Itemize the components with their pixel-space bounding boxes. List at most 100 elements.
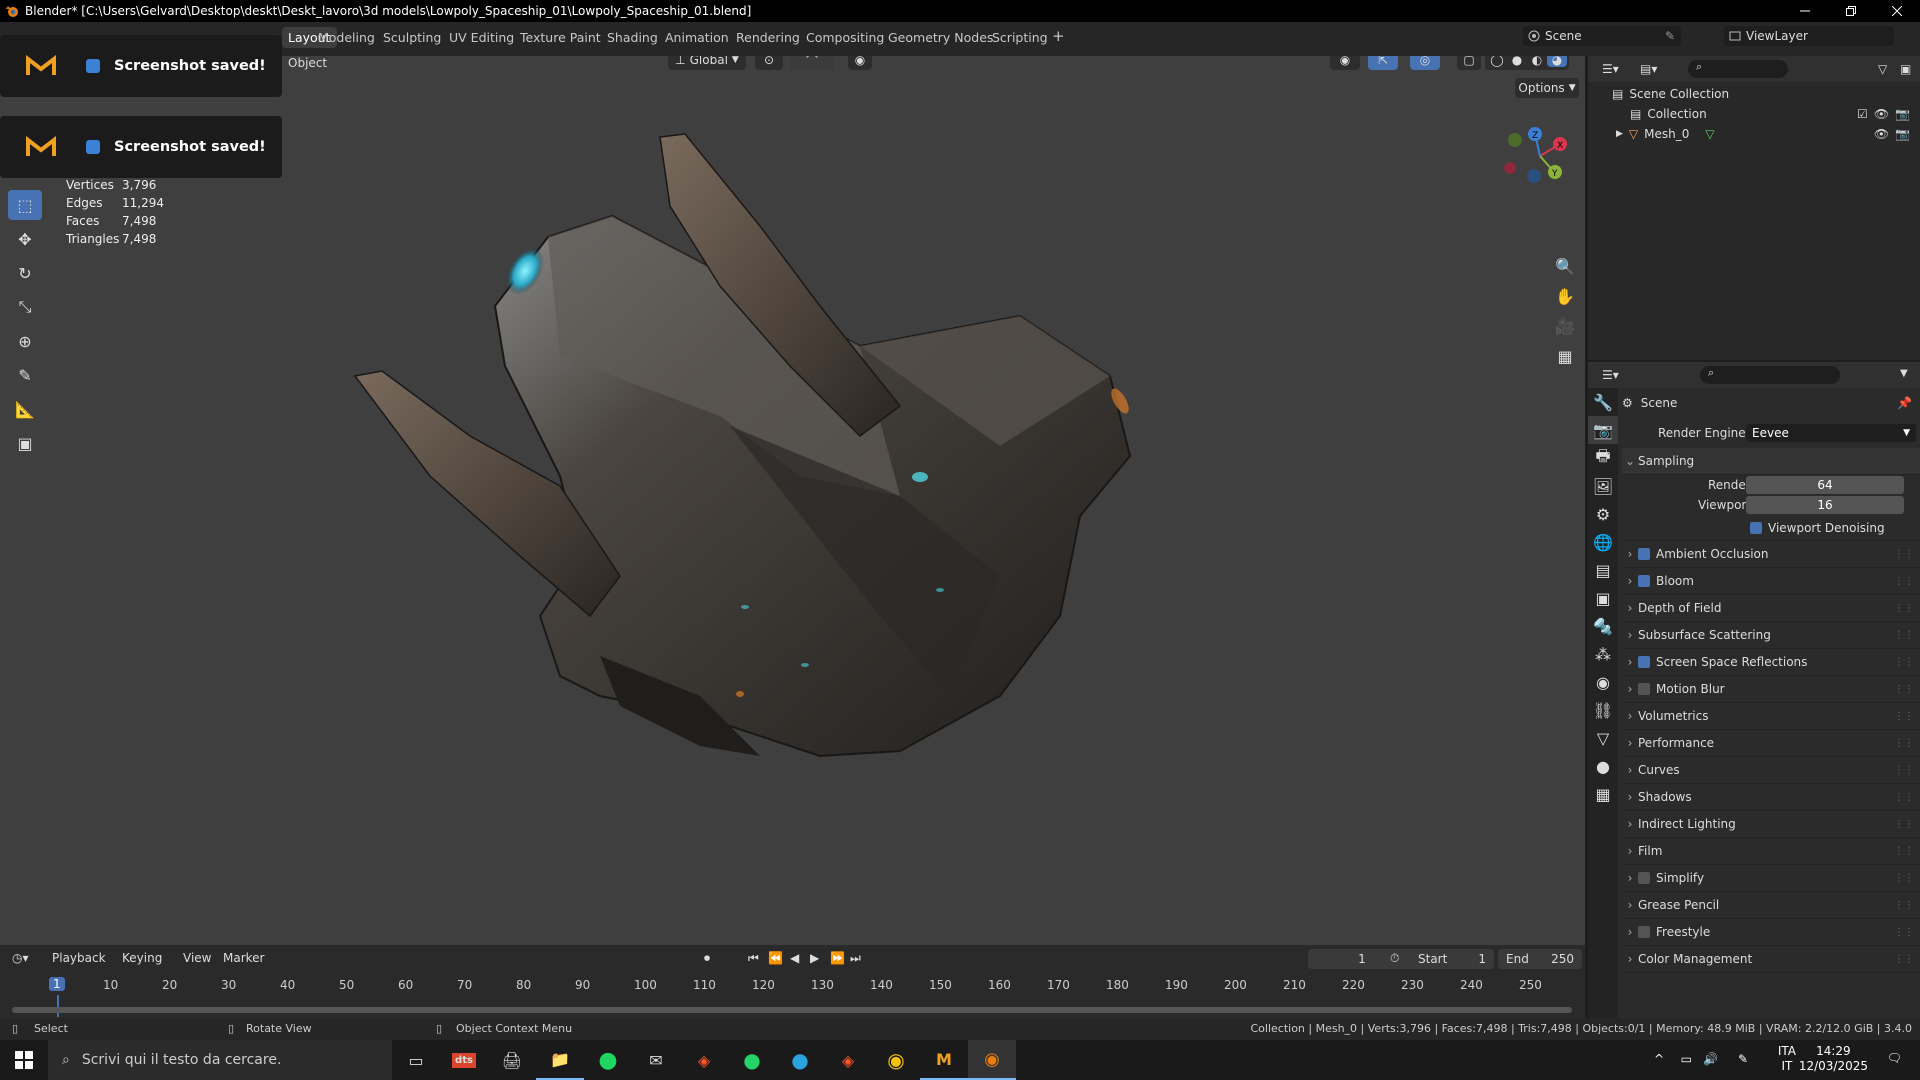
- material-tab-icon[interactable]: ●: [1588, 752, 1618, 780]
- drag-handle-icon[interactable]: ⋮⋮: [1894, 819, 1914, 830]
- pin-icon[interactable]: ✎: [1665, 29, 1675, 43]
- add-workspace-icon[interactable]: +: [1052, 27, 1065, 45]
- tool-tab-icon[interactable]: 🔧: [1588, 388, 1618, 416]
- current-frame-field[interactable]: 1: [1308, 949, 1416, 969]
- eye-icon[interactable]: 👁: [1874, 127, 1889, 141]
- tray-up-arrow-icon[interactable]: ^: [1654, 1052, 1664, 1066]
- drag-handle-icon[interactable]: ⋮⋮: [1894, 684, 1914, 695]
- rotate-tool[interactable]: ↻: [8, 258, 42, 288]
- drag-handle-icon[interactable]: ⋮⋮: [1894, 954, 1914, 965]
- clock[interactable]: 14:29 12/03/2025: [1799, 1044, 1868, 1074]
- restore-button[interactable]: [1828, 0, 1874, 22]
- tab-texture-paint[interactable]: Texture Paint: [520, 30, 601, 45]
- file-explorer-icon[interactable]: 📁: [536, 1040, 584, 1080]
- drag-handle-icon[interactable]: ⋮⋮: [1894, 657, 1914, 668]
- panel-enable-checkbox[interactable]: [1638, 548, 1650, 560]
- close-button[interactable]: [1874, 0, 1920, 22]
- funnel-icon[interactable]: ▽: [1878, 62, 1887, 76]
- pin-icon[interactable]: 📌: [1897, 396, 1912, 410]
- scene-selector[interactable]: Scene ✎: [1523, 26, 1681, 46]
- denoise-checkbox[interactable]: [1750, 521, 1762, 534]
- tab-animation[interactable]: Animation: [665, 30, 729, 45]
- drag-handle-icon[interactable]: ⋮⋮: [1894, 846, 1914, 857]
- notification-toast[interactable]: Screenshot saved!: [0, 35, 282, 97]
- view-menu[interactable]: View: [183, 951, 211, 965]
- viewport-samples-field[interactable]: 16: [1746, 496, 1904, 514]
- add-cube-tool[interactable]: ▣: [8, 428, 42, 458]
- language-indicator[interactable]: ITA IT: [1778, 1044, 1796, 1074]
- render-panel-indirect-lighting[interactable]: › Indirect Lighting ⋮⋮: [1622, 811, 1920, 838]
- brave-alt-icon[interactable]: ◈: [824, 1040, 872, 1080]
- marker-menu[interactable]: Marker: [223, 951, 264, 965]
- playhead[interactable]: [57, 995, 59, 1017]
- notification-toast[interactable]: Screenshot saved!: [0, 116, 282, 178]
- tab-sculpting[interactable]: Sculpting: [383, 30, 441, 45]
- play-reverse-icon[interactable]: ◀: [790, 951, 799, 965]
- panel-enable-checkbox[interactable]: [1638, 872, 1650, 884]
- end-frame-field[interactable]: End 250: [1498, 949, 1582, 969]
- outliner-object-mesh[interactable]: ▶ ▽ Mesh_0 ▽ 👁 📷: [1616, 124, 1920, 144]
- brave-browser-icon[interactable]: ◈: [680, 1040, 728, 1080]
- drag-handle-icon[interactable]: ⋮⋮: [1894, 711, 1914, 722]
- sampling-panel-header[interactable]: ⌄ Sampling: [1622, 448, 1920, 475]
- viewport-denoising-row[interactable]: Viewport Denoising: [1622, 515, 1920, 541]
- camera-icon[interactable]: 🎥: [1553, 311, 1577, 341]
- panel-enable-checkbox[interactable]: [1638, 683, 1650, 695]
- outliner-search-input[interactable]: ⌕: [1688, 60, 1788, 78]
- render-panel-depth-of-field[interactable]: › Depth of Field ⋮⋮: [1622, 595, 1920, 622]
- camera-render-icon[interactable]: 📷: [1895, 107, 1910, 121]
- pan-hand-icon[interactable]: ✋: [1553, 281, 1577, 311]
- render-panel-color-management[interactable]: › Color Management ⋮⋮: [1622, 946, 1920, 973]
- notifications-icon[interactable]: 🗨: [1887, 1051, 1902, 1065]
- world-tab-icon[interactable]: 🌐: [1588, 528, 1618, 556]
- drag-handle-icon[interactable]: ⋮⋮: [1894, 603, 1914, 614]
- outliner-scene-collection[interactable]: ▤ Scene Collection: [1612, 84, 1920, 104]
- chrome-icon[interactable]: ◉: [872, 1040, 920, 1080]
- tab-rendering[interactable]: Rendering: [736, 30, 800, 45]
- modifier-tab-icon[interactable]: 🔩: [1588, 612, 1618, 640]
- render-panel-volumetrics[interactable]: › Volumetrics ⋮⋮: [1622, 703, 1920, 730]
- scale-tool[interactable]: ⤡: [8, 292, 42, 322]
- timeline-scrollbar[interactable]: [12, 1007, 1572, 1013]
- tab-shading[interactable]: Shading: [607, 30, 658, 45]
- taskbar-search-input[interactable]: ⌕ Scrivi qui il testo da cercare.: [48, 1040, 392, 1080]
- jump-end-icon[interactable]: ⏭: [850, 951, 861, 966]
- object-tab-icon[interactable]: ▣: [1588, 584, 1618, 612]
- drag-handle-icon[interactable]: ⋮⋮: [1894, 765, 1914, 776]
- task-view-icon[interactable]: ▭: [392, 1040, 440, 1080]
- pen-icon[interactable]: ✎: [1738, 1052, 1748, 1066]
- render-panel-screen-space-reflections[interactable]: › Screen Space Reflections ⋮⋮: [1622, 649, 1920, 676]
- render-panel-motion-blur[interactable]: › Motion Blur ⋮⋮: [1622, 676, 1920, 703]
- data-tab-icon[interactable]: ▽: [1588, 724, 1618, 752]
- render-panel-freestyle[interactable]: › Freestyle ⋮⋮: [1622, 919, 1920, 946]
- minimize-button[interactable]: [1782, 0, 1828, 22]
- prev-keyframe-icon[interactable]: ⏪: [768, 951, 783, 965]
- display-mode-icon[interactable]: ☰▾: [1602, 62, 1619, 76]
- render-panel-bloom[interactable]: › Bloom ⋮⋮: [1622, 568, 1920, 595]
- camera-render-icon[interactable]: 📷: [1895, 127, 1910, 141]
- drag-handle-icon[interactable]: ⋮⋮: [1894, 900, 1914, 911]
- annotate-tool[interactable]: ✎: [8, 360, 42, 390]
- jump-start-icon[interactable]: ⏮: [748, 951, 759, 966]
- spotify-icon[interactable]: ●: [584, 1040, 632, 1080]
- drag-handle-icon[interactable]: ⋮⋮: [1894, 927, 1914, 938]
- windows-start-icon[interactable]: [0, 1040, 48, 1080]
- dts-app-icon[interactable]: dts: [440, 1040, 488, 1080]
- drag-handle-icon[interactable]: ⋮⋮: [1894, 792, 1914, 803]
- panel-enable-checkbox[interactable]: [1638, 656, 1650, 668]
- view-layer-tab-icon[interactable]: 🖼: [1588, 472, 1618, 500]
- 3d-viewport[interactable]: Object ⊥ Global ▼ ⊙ ⌒ ◉ ◉ ⇱ ◎ ▢ ◯ ● ◐ ◕ Op…: [0, 56, 1585, 945]
- output-tab-icon[interactable]: 🖶: [1588, 444, 1618, 472]
- render-panel-ambient-occlusion[interactable]: › Ambient Occlusion ⋮⋮: [1622, 541, 1920, 568]
- collection-tab-icon[interactable]: ▤: [1588, 556, 1618, 584]
- tab-scripting[interactable]: Scripting: [992, 30, 1048, 45]
- mail-icon[interactable]: ✉: [632, 1040, 680, 1080]
- volume-icon[interactable]: 🔊: [1703, 1052, 1718, 1066]
- frame-ruler[interactable]: 1 10 20 30 40 50 60 70 80 90 100 110 120 130 140 150 160…: [0, 975, 1585, 1017]
- editor-type-icon[interactable]: ◷▾: [12, 951, 29, 965]
- zoom-icon[interactable]: 🔍: [1553, 251, 1577, 281]
- view-layer-selector[interactable]: ViewLayer: [1724, 26, 1894, 46]
- expand-arrow-icon[interactable]: ▶: [1616, 129, 1623, 139]
- navigation-gizmo[interactable]: X Y Z: [1500, 122, 1580, 192]
- m-app-icon[interactable]: M: [920, 1040, 968, 1080]
